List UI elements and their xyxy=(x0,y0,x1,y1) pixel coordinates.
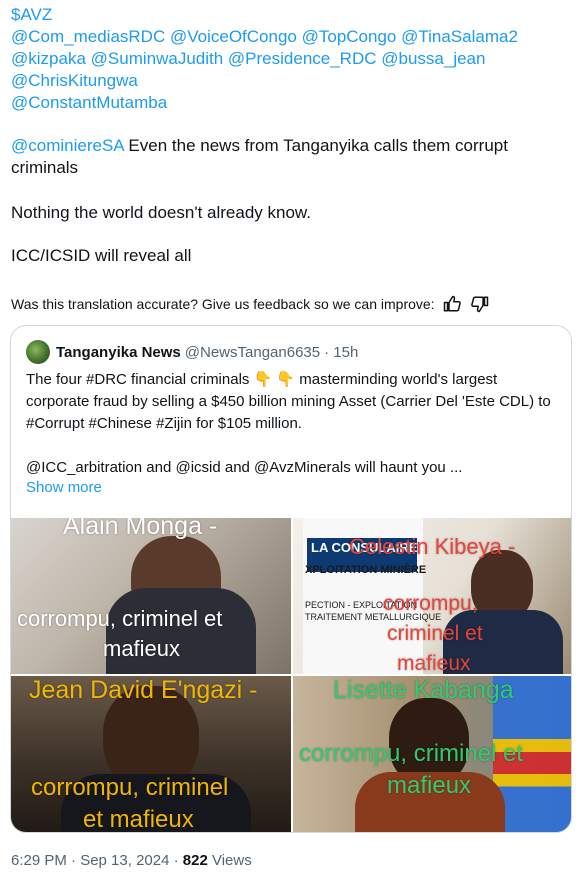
image-name-overlay: Alain Monga - xyxy=(63,518,218,540)
show-more-link[interactable]: Show more xyxy=(26,479,102,496)
media-image[interactable]: Jean David E'ngazi - corrompu, criminel … xyxy=(11,676,291,833)
quoted-text-paragraph: @ICC_arbitration and @icsid and @AvzMine… xyxy=(26,459,463,476)
views-count: 822 xyxy=(182,852,208,869)
media-image[interactable]: Lisette Kabanga corrompu, criminel et ma… xyxy=(293,676,571,832)
image-caption-overlay: corrompu, criminel et xyxy=(299,740,524,767)
thumbs-down-icon[interactable] xyxy=(469,293,491,315)
tweet-text-line2: Nothing the world doesn't already know. xyxy=(11,203,311,222)
quoted-author-handle[interactable]: @NewsTangan6635 xyxy=(185,344,320,361)
tweet-text-line1: @cominiereSA Even the news from Tanganyi… xyxy=(11,135,571,179)
image-caption-overlay: et mafieux xyxy=(83,806,194,833)
quoted-tweet[interactable]: Tanganyika News @NewsTangan6635 · 15h Th… xyxy=(10,325,572,833)
image-name-overlay: Lisette Kabanga xyxy=(333,676,514,704)
tweet-meta: 6:29 PM · Sep 13, 2024 · 822 Views xyxy=(11,852,252,869)
mention-link[interactable]: @TopCongo xyxy=(302,27,397,46)
mention-link[interactable]: @SuminwaJudith xyxy=(91,49,224,68)
mention-link[interactable]: @TinaSalama2 xyxy=(401,27,518,46)
image-caption-overlay: corrompu, criminel et xyxy=(17,606,223,631)
sign-text: XPLOITATION MINIÈRE xyxy=(305,564,427,576)
image-caption-overlay: mafieux xyxy=(103,636,181,661)
mention-link[interactable]: @Presidence_RDC xyxy=(228,49,377,68)
mention-link[interactable]: @ConstantMutamba xyxy=(11,93,167,112)
mention-link[interactable]: @Com_mediasRDC xyxy=(11,27,165,46)
thumbs-up-icon[interactable] xyxy=(441,293,463,315)
image-caption-overlay: corrompu, xyxy=(383,592,478,615)
quoted-text-paragraph: The four #DRC financial criminals 👇 👇 ma… xyxy=(26,371,551,432)
reply-mention-link[interactable]: @cominiereSA xyxy=(11,136,124,155)
quoted-author-name[interactable]: Tanganyika News xyxy=(56,344,181,361)
quoted-tweet-text: The four #DRC financial criminals 👇 👇 ma… xyxy=(26,369,561,479)
media-image[interactable]: Alain Monga - corrompu, criminel et mafi… xyxy=(11,518,291,674)
quoted-tweet-header: Tanganyika News @NewsTangan6635 · 15h xyxy=(26,340,358,364)
image-name-overlay: Celestin Kibeya - xyxy=(349,534,516,559)
media-image[interactable]: LA CONSULAIRE XPLOITATION MINIÈRE PECTIO… xyxy=(293,518,571,674)
cashtag-link[interactable]: $AVZ xyxy=(11,5,52,24)
views-label: Views xyxy=(207,852,252,869)
mention-link[interactable]: @bussa_jean xyxy=(381,49,485,68)
tweet-mentions: $AVZ @Com_mediasRDC @VoiceOfCongo @TopCo… xyxy=(11,4,576,114)
tweet-timestamp[interactable]: 6:29 PM · Sep 13, 2024 · xyxy=(11,852,183,869)
feedback-prompt: Was this translation accurate? Give us f… xyxy=(11,296,435,312)
avatar[interactable] xyxy=(26,340,50,364)
tweet-text-line3: ICC/ICSID will reveal all xyxy=(11,246,192,265)
image-caption-overlay: criminel et xyxy=(387,622,483,645)
mention-link[interactable]: @kizpaka xyxy=(11,49,86,68)
image-name-overlay: Jean David E'ngazi - xyxy=(29,676,258,704)
translation-feedback: Was this translation accurate? Give us f… xyxy=(11,292,576,316)
media-grid: Alain Monga - corrompu, criminel et mafi… xyxy=(11,518,571,833)
image-caption-overlay: mafieux xyxy=(387,772,472,799)
tweet-detail: $AVZ @Com_mediasRDC @VoiceOfCongo @TopCo… xyxy=(0,0,582,890)
mention-link[interactable]: @ChrisKitungwa xyxy=(11,71,138,90)
quoted-time[interactable]: · 15h xyxy=(324,344,358,361)
mention-link[interactable]: @VoiceOfCongo xyxy=(170,27,297,46)
image-caption-overlay: corrompu, criminel xyxy=(31,774,229,801)
image-caption-overlay: mafieux xyxy=(397,652,471,674)
